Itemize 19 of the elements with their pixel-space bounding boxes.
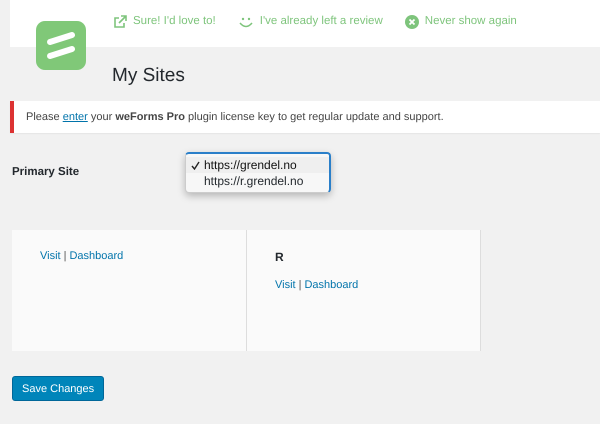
dashboard-link[interactable]: Dashboard — [304, 279, 358, 291]
enter-link[interactable]: enter — [62, 111, 88, 123]
separator: | — [298, 279, 302, 291]
page-title: My Sites — [112, 65, 186, 88]
smile-icon — [238, 15, 254, 29]
dashboard-link[interactable]: Dashboard — [69, 250, 124, 262]
notice-text: Please enter your weForms Pro plugin license key to get regular update and support. — [26, 111, 444, 123]
save-button[interactable]: Save Changes — [12, 376, 104, 401]
site-title: R — [275, 250, 285, 264]
visit-link[interactable]: Visit — [275, 279, 296, 291]
dropdown-option[interactable]: https://grendel.no — [186, 157, 329, 173]
dropdown-option[interactable]: https://r.grendel.no — [186, 173, 329, 189]
check-icon — [190, 160, 200, 170]
visit-link[interactable]: Visit — [40, 250, 61, 262]
separator: | — [64, 250, 66, 262]
close-icon — [404, 15, 419, 29]
external-link-icon — [113, 15, 127, 29]
primary-site-label: Primary Site — [12, 166, 80, 180]
site-dropdown[interactable]: https://grendel.no https://r.grendel.no — [185, 152, 331, 193]
